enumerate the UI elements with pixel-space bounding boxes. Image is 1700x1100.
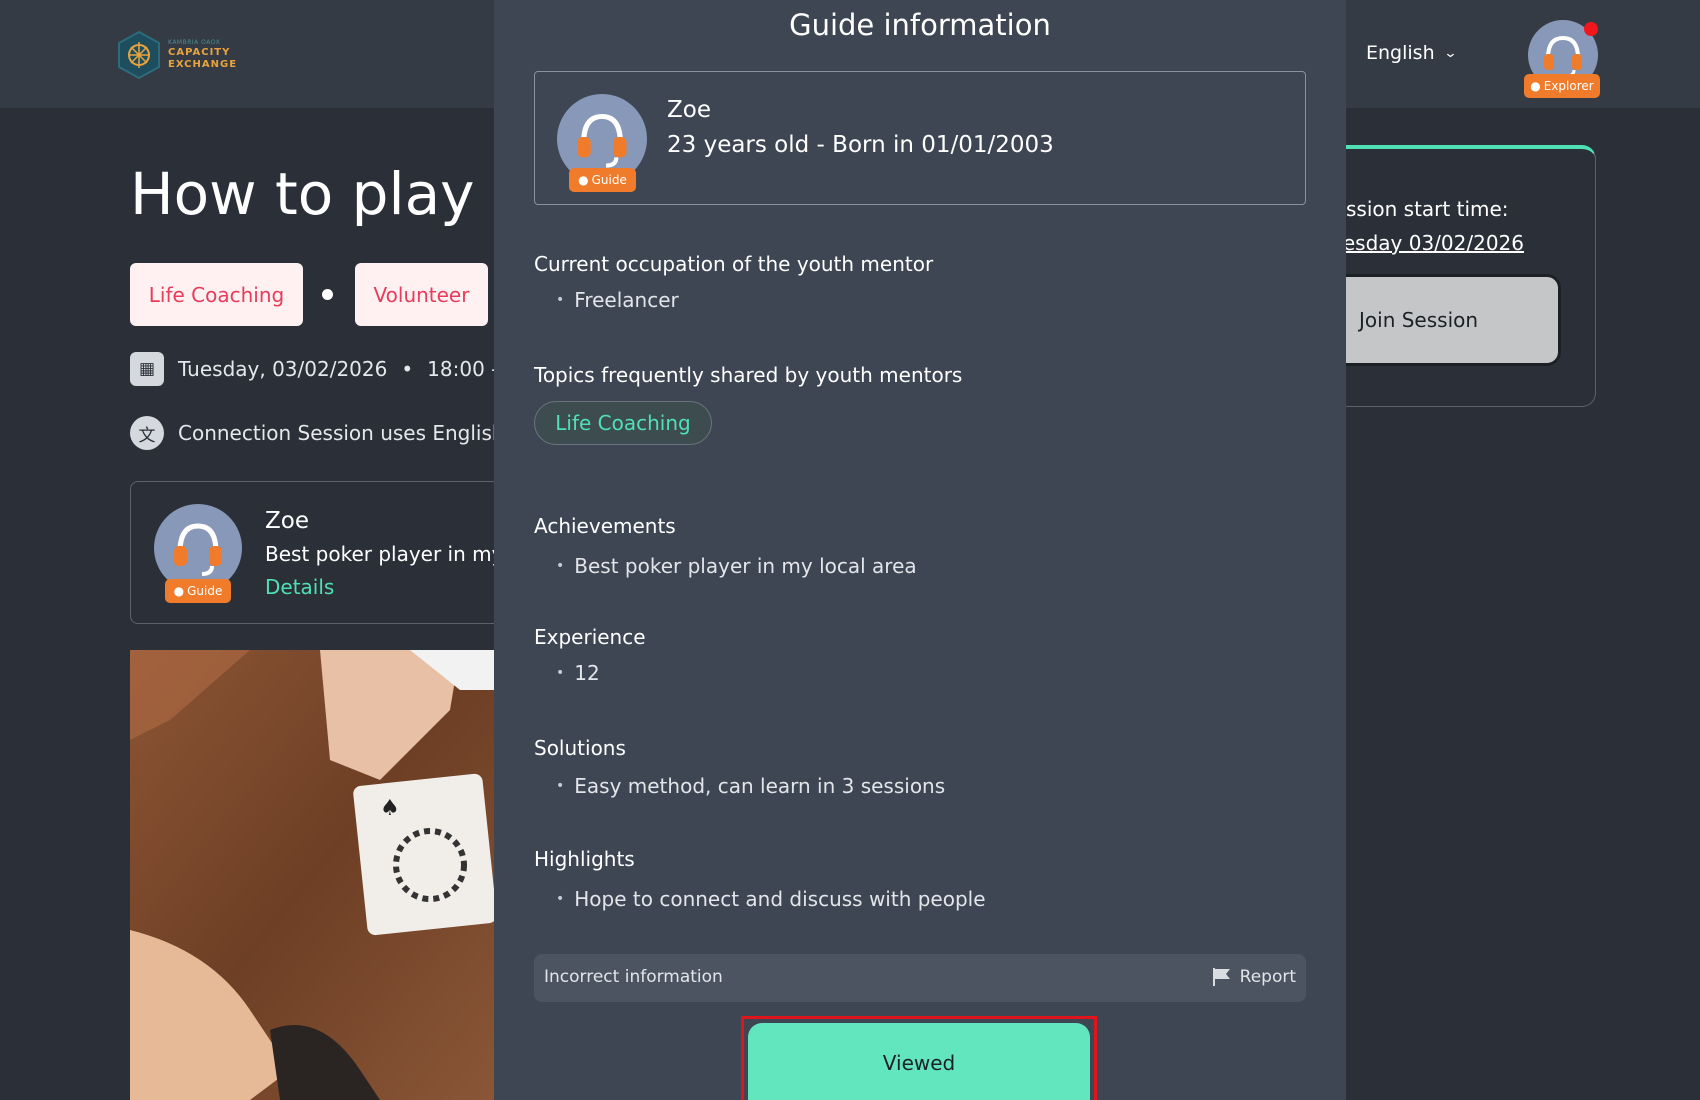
- logo-line-1: KAMBRIA OAOX: [168, 39, 221, 46]
- language-label: English: [1366, 42, 1435, 64]
- badge-dot-icon: ●: [173, 584, 185, 598]
- logo-icon: [118, 30, 160, 80]
- start-time-label: Session start time:: [1321, 197, 1509, 221]
- solution-item: • Easy method, can learn in 3 sessions: [556, 774, 945, 798]
- guide-badge: ● Guide: [569, 168, 636, 192]
- calendar-icon: ▦: [130, 352, 164, 386]
- experience-item: • 12: [556, 661, 600, 685]
- svg-text:♠: ♠: [380, 796, 400, 821]
- guide-badge: ● Guide: [165, 579, 231, 603]
- explorer-badge-label: Explorer: [1543, 79, 1594, 93]
- session-title: How to play Poker: [130, 160, 490, 228]
- modal-title: Guide information: [789, 8, 1051, 42]
- session-language: Connection Session uses English: [178, 421, 495, 445]
- translate-icon: 文: [130, 416, 164, 450]
- badge-dot-icon: ●: [1530, 79, 1541, 93]
- incorrect-info-bar: Incorrect information Report: [534, 954, 1306, 1002]
- bullet-icon: •: [556, 891, 565, 907]
- session-date: Tuesday, 03/02/2026: [178, 357, 388, 381]
- achievement-value: Best poker player in my local area: [574, 554, 917, 578]
- logo[interactable]: KAMBRIA OAOX CAPACITY EXCHANGE: [116, 30, 237, 80]
- flag-icon: [1212, 968, 1230, 986]
- incorrect-info-label: Incorrect information: [544, 967, 723, 987]
- session-language-row: 文 Connection Session uses English: [130, 416, 495, 450]
- guide-description: Best poker player in my local area: [265, 542, 509, 566]
- achievements-title: Achievements: [534, 514, 676, 538]
- highlight-item: • Hope to connect and discuss with peopl…: [556, 887, 986, 911]
- experience-title: Experience: [534, 625, 646, 649]
- tag-volunteer[interactable]: Volunteer: [355, 263, 488, 326]
- solution-value: Easy method, can learn in 3 sessions: [574, 774, 946, 798]
- profile-age: 23 years old - Born in 01/01/2003: [667, 132, 1054, 158]
- notification-dot: [1584, 22, 1598, 36]
- profile-name: Zoe: [667, 97, 711, 123]
- bullet-icon: •: [556, 558, 565, 574]
- user-avatar[interactable]: ● Explorer: [1524, 20, 1600, 98]
- topic-pill: Life Coaching: [534, 401, 712, 445]
- chevron-down-icon: ⌄: [1442, 45, 1458, 61]
- solutions-title: Solutions: [534, 736, 626, 760]
- language-selector[interactable]: English ⌄: [1366, 42, 1458, 64]
- details-link[interactable]: Details: [265, 575, 334, 599]
- logo-line-3: EXCHANGE: [168, 59, 238, 70]
- guide-profile-card: ● Guide Zoe 23 years old - Born in 01/01…: [534, 71, 1306, 205]
- session-time: 18:00 - 18:: [427, 357, 495, 381]
- guide-card: ● Guide Zoe Best poker player in my loca…: [130, 481, 510, 624]
- session-date-row: ▦ Tuesday, 03/02/2026 • 18:00 - 18:: [130, 352, 495, 386]
- viewed-button-highlight: Viewed: [741, 1016, 1097, 1100]
- tag-life-coaching[interactable]: Life Coaching: [130, 263, 303, 326]
- bullet-icon: •: [556, 778, 565, 794]
- guide-info-modal: Guide information ● Guide Zoe 23 years o…: [494, 0, 1346, 1100]
- bullet-icon: •: [556, 292, 565, 308]
- tag-separator: [322, 289, 333, 300]
- experience-value: 12: [574, 661, 600, 685]
- achievement-item: • Best poker player in my local area: [556, 554, 917, 578]
- topics-title: Topics frequently shared by youth mentor…: [534, 363, 963, 387]
- occupation-title: Current occupation of the youth mentor: [534, 252, 934, 276]
- logo-line-2: CAPACITY: [168, 47, 231, 58]
- report-button[interactable]: Report: [1212, 967, 1296, 987]
- guide-name: Zoe: [265, 508, 309, 534]
- highlights-title: Highlights: [534, 847, 635, 871]
- report-label: Report: [1239, 967, 1296, 987]
- session-photo: ♠: [130, 650, 495, 1100]
- logo-text: KAMBRIA OAOX CAPACITY EXCHANGE: [168, 40, 237, 70]
- guide-badge-label: Guide: [591, 173, 627, 187]
- guide-badge-label: Guide: [187, 584, 223, 598]
- poker-photo-image: ♠: [130, 650, 495, 1100]
- time-separator: •: [401, 357, 414, 381]
- occupation-value: Freelancer: [574, 288, 679, 312]
- badge-dot-icon: ●: [578, 173, 589, 187]
- explorer-badge: ● Explorer: [1524, 74, 1600, 98]
- viewed-button[interactable]: Viewed: [748, 1023, 1090, 1100]
- highlight-value: Hope to connect and discuss with people: [574, 887, 986, 911]
- bullet-icon: •: [556, 665, 565, 681]
- start-time-date[interactable]: Tuesday 03/02/2026: [1321, 231, 1524, 255]
- occupation-item: • Freelancer: [556, 288, 679, 312]
